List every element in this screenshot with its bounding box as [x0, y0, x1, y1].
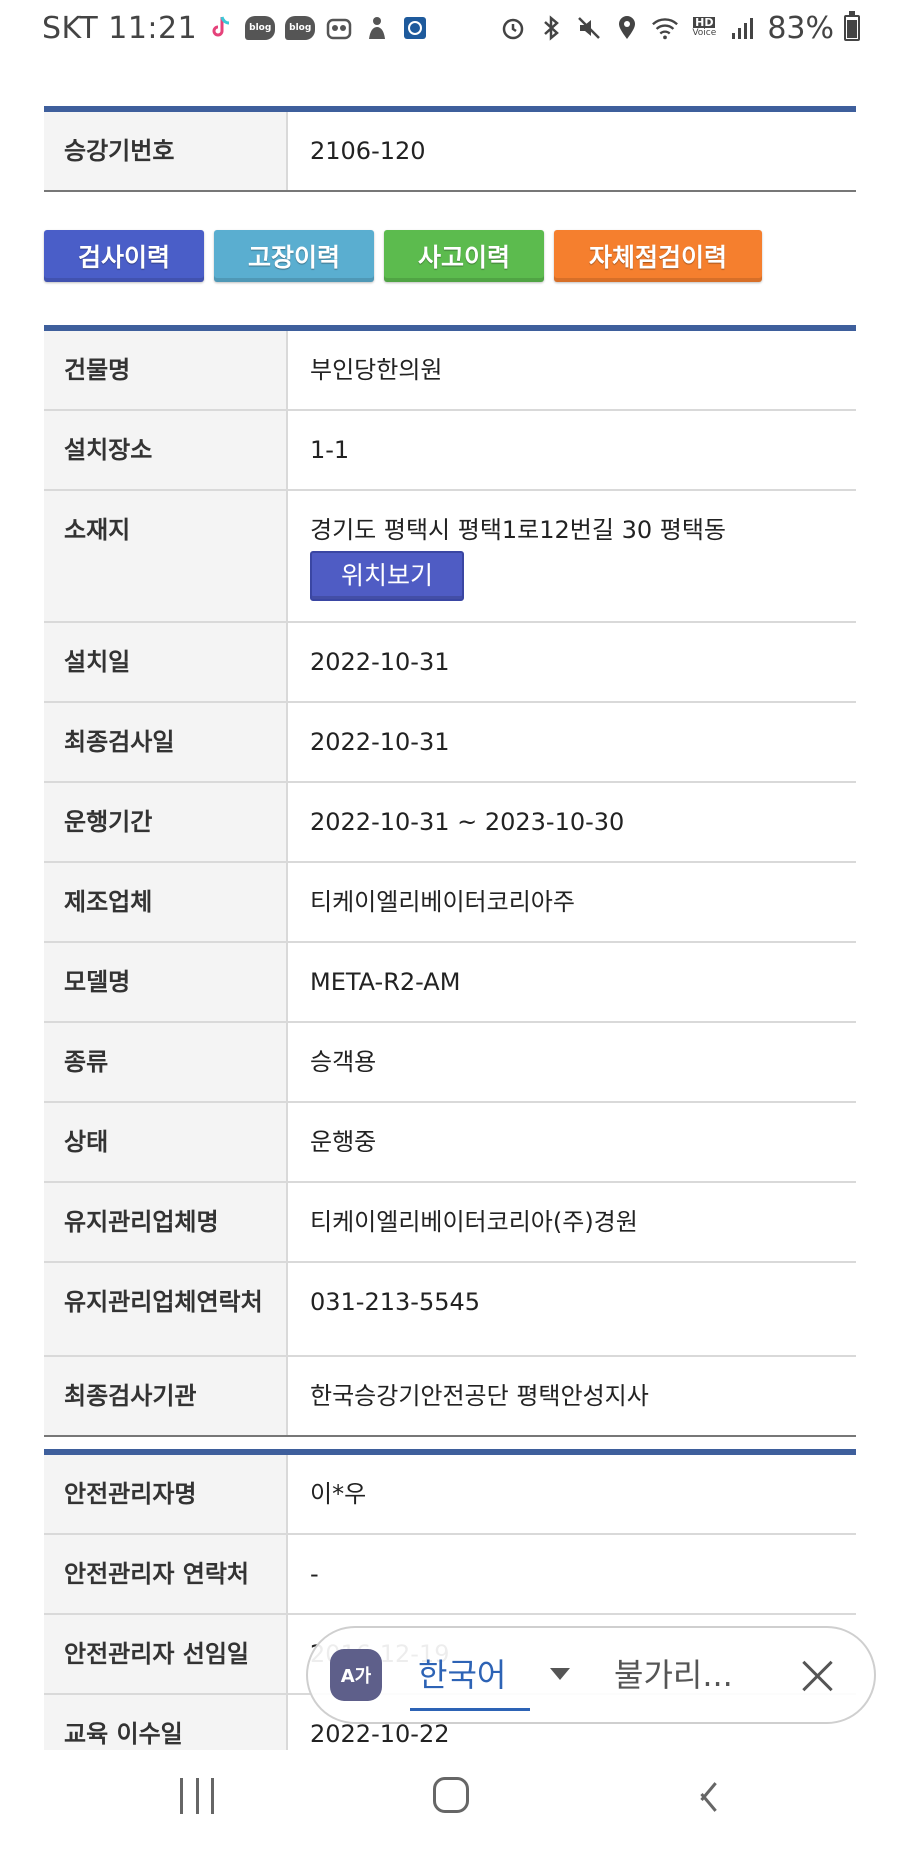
row-label: 제조업체: [44, 863, 288, 941]
safety-manager-table: 안전관리자명 이*우 안전관리자 연락처 - 안전관리자 선임일 2016-12…: [44, 1449, 856, 1775]
table-row: 제조업체 티케이엘리베이터코리아주: [44, 863, 856, 943]
wifi-icon: [651, 14, 679, 42]
recent-apps-icon[interactable]: [180, 1778, 214, 1814]
row-value: 운행중: [310, 1128, 377, 1156]
carrier-time: SKT 11:21: [42, 10, 198, 46]
table-row: 최종검사기관 한국승강기안전공단 평택안성지사: [44, 1357, 856, 1437]
row-label: 운행기간: [44, 783, 288, 861]
bluetooth-icon: [537, 14, 565, 42]
blog-icon: blog: [285, 16, 316, 40]
table-row: 건물명 부인당한의원: [44, 331, 856, 411]
row-label: 소재지: [44, 491, 288, 621]
row-label: 최종검사기관: [44, 1357, 288, 1435]
row-label: 안전관리자 선임일: [44, 1615, 288, 1693]
table-row: 소재지 경기도 평택시 평택1로12번길 30 평택동 위치보기: [44, 491, 856, 623]
row-label: 유지관리업체명: [44, 1183, 288, 1261]
location-icon: [613, 14, 641, 42]
breakdown-history-button[interactable]: 고장이력: [214, 230, 374, 282]
close-icon[interactable]: [798, 1656, 838, 1696]
view-location-button[interactable]: 위치보기: [310, 551, 464, 601]
table-row: 승강기번호 2106-120: [44, 112, 856, 192]
row-label: 건물명: [44, 331, 288, 409]
signal-icon: [729, 14, 757, 42]
address-text: 경기도 평택시 평택1로12번길 30 평택동: [310, 516, 726, 544]
source-language-underline: [410, 1708, 530, 1711]
table-row: 안전관리자 연락처 -: [44, 1535, 856, 1615]
row-value: 2106-120: [310, 137, 426, 165]
row-label: 유지관리업체연락처: [44, 1263, 288, 1355]
row-value: 부인당한의원: [310, 356, 443, 384]
dropdown-arrow-icon[interactable]: [550, 1668, 570, 1680]
battery-icon: [844, 11, 860, 41]
table-row: 유지관리업체연락처 031-213-5545: [44, 1263, 856, 1357]
owl-icon: [325, 14, 353, 42]
inspection-history-button[interactable]: 검사이력: [44, 230, 204, 282]
table-row: 상태 운행중: [44, 1103, 856, 1183]
source-language-tab[interactable]: 한국어: [418, 1650, 506, 1696]
row-label: 안전관리자명: [44, 1455, 288, 1533]
row-label: 상태: [44, 1103, 288, 1181]
table-row: 설치일 2022-10-31: [44, 623, 856, 703]
navigation-bar: [0, 1750, 900, 1850]
hd-label: HD: [693, 16, 716, 29]
back-icon[interactable]: [694, 1778, 722, 1814]
translate-bar: A가 한국어 불가리...: [306, 1626, 876, 1724]
address-cell: 경기도 평택시 평택1로12번길 30 평택동 위치보기: [288, 491, 856, 621]
self-check-history-button[interactable]: 자체점검이력: [554, 230, 762, 282]
mute-icon: [575, 14, 603, 42]
tiktok-icon: [207, 14, 235, 42]
row-value: 2022-10-31 ~ 2023-10-30: [310, 808, 625, 836]
row-value: -: [310, 1560, 319, 1588]
row-value: 031-213-5545: [310, 1288, 481, 1316]
table-row: 설치장소 1-1: [44, 411, 856, 491]
figure-icon: [363, 14, 391, 42]
table-row: 유지관리업체명 티케이엘리베이터코리아(주)경원: [44, 1183, 856, 1263]
elevator-details-table: 건물명 부인당한의원 설치장소 1-1 소재지 경기도 평택시 평택1로12번길…: [44, 325, 856, 1437]
blog-icon: blog: [245, 16, 276, 40]
accident-history-button[interactable]: 사고이력: [384, 230, 544, 282]
battery-level: [847, 19, 857, 38]
target-language-tab[interactable]: 불가리...: [614, 1650, 733, 1696]
row-label: 설치장소: [44, 411, 288, 489]
table-row: 모델명 META-R2-AM: [44, 943, 856, 1023]
row-label: 종류: [44, 1023, 288, 1101]
row-value: 2022-10-31: [310, 728, 450, 756]
row-value: 1-1: [310, 436, 350, 464]
home-icon[interactable]: [433, 1777, 469, 1813]
row-value: 2022-10-31: [310, 648, 450, 676]
row-value: 한국승강기안전공단 평택안성지사: [310, 1382, 649, 1410]
row-value: 승객용: [310, 1048, 377, 1076]
battery-percent: 83%: [767, 10, 834, 46]
table-row: 안전관리자명 이*우: [44, 1455, 856, 1535]
alarm-icon: [499, 14, 527, 42]
hd-voice-icon: HD Voice: [689, 14, 719, 42]
table-row: 종류 승객용: [44, 1023, 856, 1103]
table-row: 운행기간 2022-10-31 ~ 2023-10-30: [44, 783, 856, 863]
row-value: 티케이엘리베이터코리아(주)경원: [310, 1208, 638, 1236]
status-bar-left: SKT 11:21 blog blog: [42, 8, 429, 48]
row-value: 이*우: [310, 1480, 367, 1508]
row-label: 설치일: [44, 623, 288, 701]
row-label: 최종검사일: [44, 703, 288, 781]
row-value: 티케이엘리베이터코리아주: [310, 888, 575, 916]
translate-icon[interactable]: A가: [330, 1649, 382, 1701]
elevator-number-table: 승강기번호 2106-120: [44, 106, 856, 192]
app-icon: [401, 14, 429, 42]
status-bar-right: HD Voice 83%: [499, 8, 860, 48]
voice-label: Voice: [692, 28, 717, 38]
row-label: 모델명: [44, 943, 288, 1021]
row-label: 승강기번호: [44, 112, 288, 190]
status-bar: SKT 11:21 blog blog HD Voice 83%: [0, 0, 900, 56]
row-value: META-R2-AM: [310, 968, 461, 996]
history-button-row: 검사이력 고장이력 사고이력 자체점검이력: [44, 230, 762, 282]
row-label: 안전관리자 연락처: [44, 1535, 288, 1613]
table-row: 최종검사일 2022-10-31: [44, 703, 856, 783]
